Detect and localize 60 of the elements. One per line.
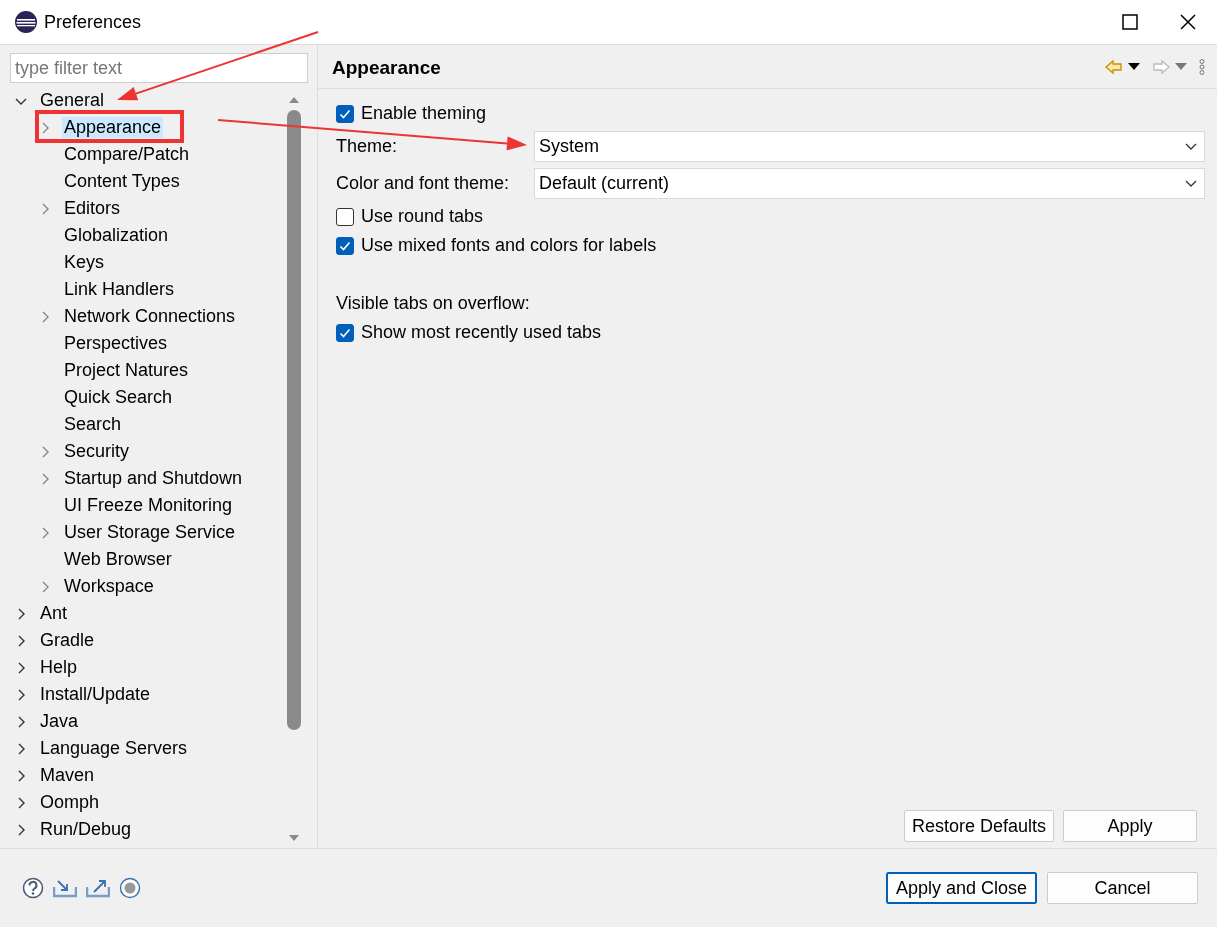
window-title: Preferences xyxy=(44,11,142,33)
tree-item[interactable]: Perspectives xyxy=(62,333,170,354)
tree-item[interactable]: Workspace xyxy=(62,576,156,597)
tree-item[interactable]: Java xyxy=(38,711,81,732)
apply-button[interactable]: Apply xyxy=(1063,810,1197,842)
tree-item[interactable]: Web Browser xyxy=(62,549,174,570)
checkbox-label: Enable theming xyxy=(361,103,487,124)
eclipse-logo-icon xyxy=(14,10,38,34)
dropdown-field[interactable]: System xyxy=(534,131,1205,162)
scrollbar-thumb[interactable] xyxy=(287,110,301,730)
tree-item[interactable]: Keys xyxy=(62,252,107,273)
tree-item[interactable]: UI Freeze Monitoring xyxy=(62,495,235,516)
restore-defaults-button[interactable]: Restore Defaults xyxy=(904,810,1054,842)
cancel-button[interactable]: Cancel xyxy=(1047,872,1198,904)
tree-item[interactable]: Install/Update xyxy=(38,684,153,705)
tree-item[interactable]: Startup and Shutdown xyxy=(62,468,245,489)
tree-item[interactable]: Compare/Patch xyxy=(62,144,192,165)
checkbox-label: Show most recently used tabs xyxy=(361,322,602,343)
tree-item[interactable]: User Storage Service xyxy=(62,522,238,543)
tree-item[interactable]: Quick Search xyxy=(62,387,175,408)
tree-item[interactable]: Content Types xyxy=(62,171,182,192)
tree-item[interactable]: Language Servers xyxy=(38,738,190,759)
field-label: Color and font theme: xyxy=(336,173,511,194)
checkbox[interactable] xyxy=(336,236,354,255)
dropdown-field[interactable]: Default (current) xyxy=(534,168,1205,199)
import-icon[interactable] xyxy=(53,878,77,898)
page-title: Appearance xyxy=(332,56,442,79)
tree-item[interactable]: Editors xyxy=(62,198,123,219)
section-label: Visible tabs on overflow: xyxy=(336,293,530,314)
tree-item[interactable]: Ant xyxy=(38,603,70,624)
tree-item[interactable]: Appearance xyxy=(62,117,164,138)
tree-item[interactable]: Gradle xyxy=(38,630,97,651)
filter-field[interactable]: type filter text xyxy=(10,53,308,83)
chevron-down-icon xyxy=(1184,141,1198,152)
field-label: Theme: xyxy=(336,136,399,157)
maximize-icon xyxy=(1122,14,1138,30)
checkbox[interactable] xyxy=(336,207,354,226)
close-icon xyxy=(1180,14,1196,30)
tree-item[interactable]: General xyxy=(38,90,107,111)
checkbox[interactable] xyxy=(336,104,354,123)
tree-item[interactable]: Help xyxy=(38,657,80,678)
help-icon[interactable] xyxy=(22,877,44,899)
tree-item[interactable]: Network Connections xyxy=(62,306,238,327)
export-icon[interactable] xyxy=(86,878,110,898)
apply-and-close-button[interactable]: Apply and Close xyxy=(886,872,1037,904)
checkbox[interactable] xyxy=(336,323,354,342)
chevron-down-icon xyxy=(1184,178,1198,189)
tree-item[interactable]: Project Natures xyxy=(62,360,191,381)
tree-item[interactable]: Globalization xyxy=(62,225,171,246)
checkbox-label: Use round tabs xyxy=(361,206,484,227)
tree-item[interactable]: Search xyxy=(62,414,124,435)
tree-item[interactable]: Security xyxy=(62,441,132,462)
tree-item[interactable]: Run/Debug xyxy=(38,819,134,840)
menu-icon[interactable] xyxy=(1199,58,1205,75)
checkbox-label: Use mixed fonts and colors for labels xyxy=(361,235,657,256)
tree-item[interactable]: Oomph xyxy=(38,792,102,813)
tree-item[interactable]: Maven xyxy=(38,765,97,786)
dropdown-caret-icon[interactable] xyxy=(1128,62,1140,71)
tree-item[interactable]: Link Handlers xyxy=(62,279,177,300)
record-icon[interactable] xyxy=(119,877,141,899)
